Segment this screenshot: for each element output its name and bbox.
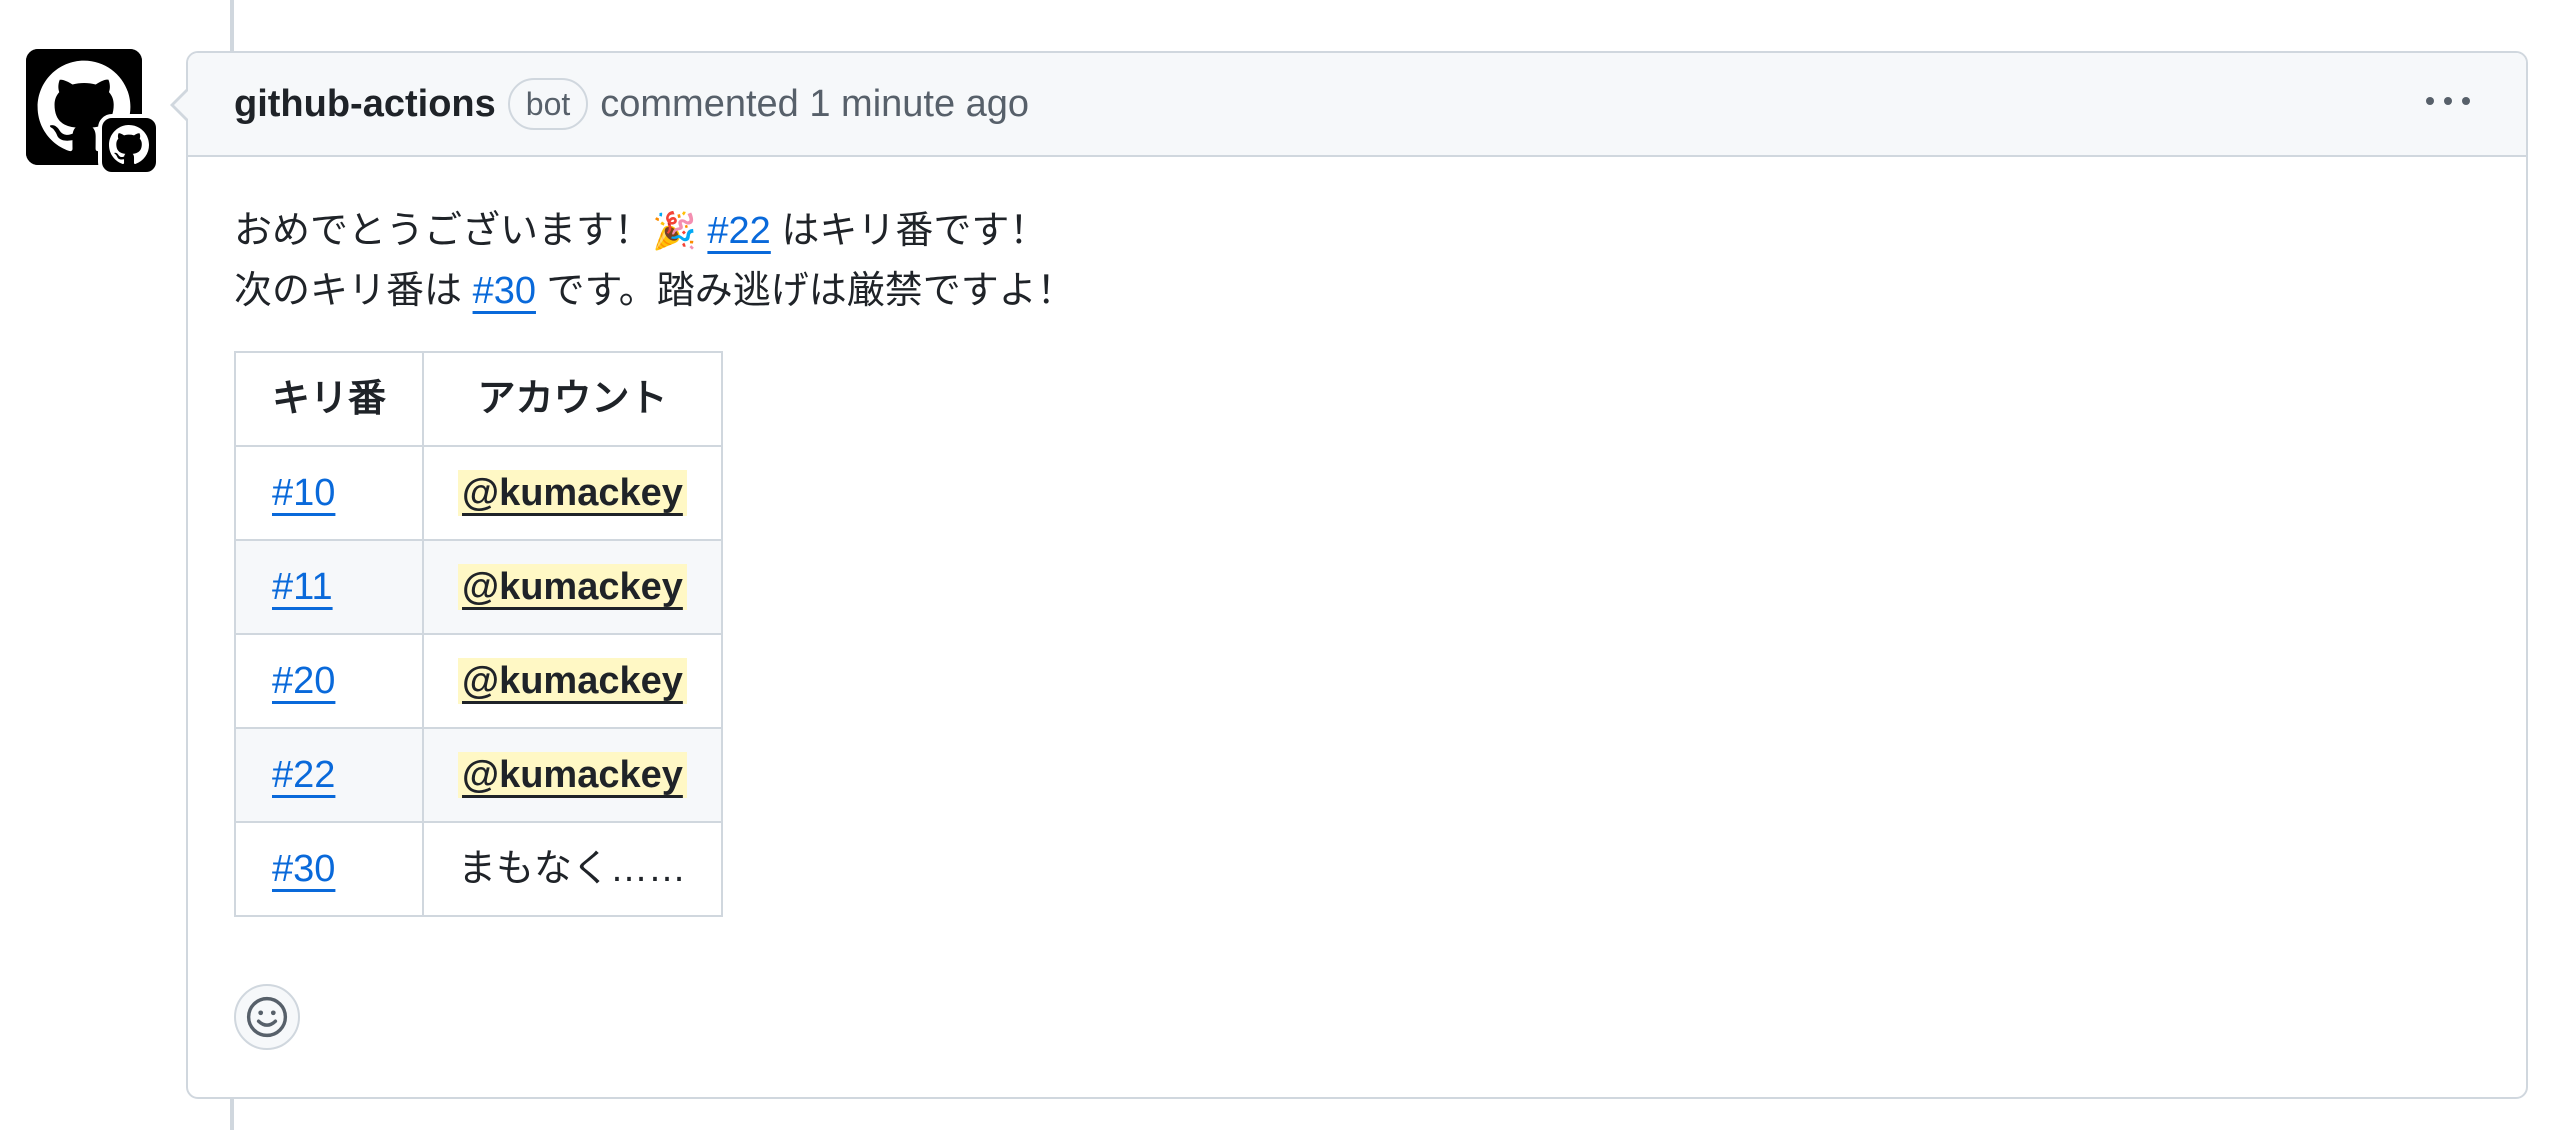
user-mention[interactable]: @kumackey [458, 564, 687, 610]
issue-link[interactable]: #22 [272, 754, 335, 796]
body-line-1: おめでとうございます！🎉 #22 はキリ番です！ [234, 201, 2480, 261]
bot-badge: bot [507, 78, 589, 130]
add-reaction-button[interactable] [234, 984, 300, 1050]
table-cell-number: #30 [233, 821, 425, 917]
comment-body: おめでとうございます！🎉 #22 はキリ番です！ 次のキリ番は #30 です。踏… [188, 157, 2526, 917]
party-popper-icon: 🎉 [652, 210, 697, 251]
table-cell-number: #20 [233, 633, 425, 729]
comment-timestamp[interactable]: commented 1 minute ago [600, 83, 1029, 126]
kebab-horizontal-icon[interactable] [2422, 93, 2474, 109]
issue-link[interactable]: #20 [272, 660, 335, 702]
table-row: #10 @kumackey [233, 445, 723, 541]
kebab-dot [2444, 97, 2452, 105]
kebab-dot [2426, 97, 2434, 105]
table-cell-number: #22 [233, 727, 425, 823]
table-row: #11 @kumackey [233, 539, 723, 635]
user-mention[interactable]: @kumackey [458, 752, 687, 798]
comment-header: github-actions bot commented 1 minute ag… [170, 53, 2526, 157]
table-row: #30 まもなく…… [233, 821, 723, 917]
table-cell-account: @kumackey [422, 445, 723, 541]
table-cell-account: @kumackey [422, 633, 723, 729]
issue-link[interactable]: #30 [473, 270, 536, 312]
user-mention[interactable]: @kumackey [458, 658, 687, 704]
issue-link[interactable]: #10 [272, 472, 335, 514]
table-cell-account: @kumackey [422, 727, 723, 823]
table-header-row: キリ番 アカウント [233, 351, 723, 447]
app-badge [98, 114, 160, 176]
issue-link[interactable]: #22 [707, 210, 770, 252]
github-mark-icon [109, 125, 149, 165]
body-text: おめでとうございます！ [234, 210, 653, 252]
column-header-number: キリ番 [233, 351, 425, 447]
smiley-icon [246, 996, 288, 1038]
user-mention[interactable]: @kumackey [458, 470, 687, 516]
body-text: 次のキリ番は [234, 270, 473, 312]
column-header-account: アカウント [422, 351, 723, 447]
issue-link[interactable]: #11 [272, 566, 333, 608]
body-line-2: 次のキリ番は #30 です。踏み逃げは厳禁ですよ！ [234, 261, 2480, 321]
body-text: はキリ番です！ [770, 210, 1048, 252]
body-text: です。踏み逃げは厳禁ですよ！ [535, 270, 1075, 312]
author-link[interactable]: github-actions [234, 83, 496, 126]
kebab-dot [2462, 97, 2470, 105]
issue-link[interactable]: #30 [272, 848, 335, 890]
table-row: #22 @kumackey [233, 727, 723, 823]
comment-box: github-actions bot commented 1 minute ag… [170, 51, 2528, 1099]
table-cell-number: #11 [233, 539, 425, 635]
table-row: #20 @kumackey [233, 633, 723, 729]
table-cell-number: #10 [233, 445, 425, 541]
table-cell-account: まもなく…… [422, 821, 723, 917]
comment-caret-fill [174, 91, 188, 119]
table-cell-account: @kumackey [422, 539, 723, 635]
kiriban-table: キリ番 アカウント #10 @kumackey #11 @kumackey #2… [233, 351, 723, 917]
